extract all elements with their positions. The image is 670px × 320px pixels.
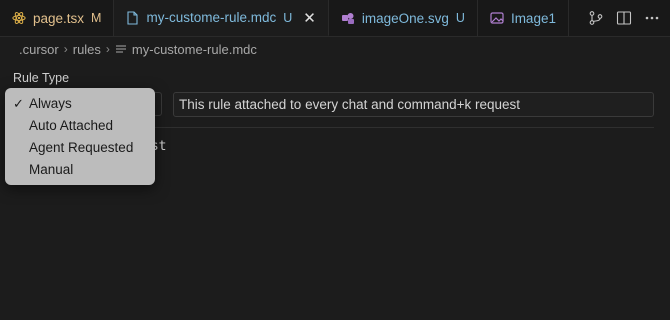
option-auto-attached[interactable]: Auto Attached <box>5 115 155 137</box>
close-icon[interactable]: ✕ <box>303 9 316 27</box>
option-agent-requested[interactable]: Agent Requested <box>5 137 155 159</box>
svg-icon <box>341 13 354 24</box>
tab-label: page.tsx <box>33 10 85 26</box>
breadcrumb-item-file[interactable]: my-custome-rule.mdc <box>132 42 257 57</box>
chevron-right-icon: › <box>63 42 68 56</box>
tab-label: my-custome-rule.mdc <box>146 10 277 25</box>
untracked-badge: U <box>455 11 465 25</box>
tab-label: imageOne.svg <box>361 10 449 26</box>
rule-type-dropdown: ✓ Always Auto Attached Agent Requested M… <box>5 88 155 185</box>
tab-label: Image1 <box>510 10 556 26</box>
editor-actions <box>578 0 670 36</box>
tab-image1[interactable]: Image1 <box>478 0 569 36</box>
option-always[interactable]: ✓ Always <box>5 93 155 115</box>
tab-bar: page.tsx M my-custome-rule.mdc U ✕ image… <box>0 0 670 37</box>
option-label: Auto Attached <box>29 118 114 133</box>
split-editor-icon[interactable] <box>616 10 632 26</box>
tab-my-custome-rule[interactable]: my-custome-rule.mdc U ✕ <box>114 0 329 36</box>
option-label: Manual <box>29 162 74 177</box>
breadcrumb-item-rules[interactable]: rules <box>73 42 101 57</box>
breadcrumb: .cursor › rules › my-custome-rule.mdc <box>19 39 257 59</box>
untracked-badge: U <box>283 10 293 25</box>
tab-imageone-svg[interactable]: imageOne.svg U <box>329 0 478 36</box>
tab-page-tsx[interactable]: page.tsx M <box>0 0 115 36</box>
image-icon <box>490 12 504 24</box>
more-actions-icon[interactable] <box>644 10 660 26</box>
checkmark-icon: ✓ <box>13 96 24 111</box>
rule-description-value: This rule attached to every chat and com… <box>179 97 521 112</box>
modified-badge: M <box>91 11 102 25</box>
option-label: Agent Requested <box>29 140 134 155</box>
react-icon <box>12 12 26 24</box>
option-manual[interactable]: Manual <box>5 159 155 181</box>
chevron-right-icon: › <box>105 42 110 56</box>
source-control-icon[interactable] <box>588 10 604 26</box>
lines-icon <box>115 45 126 53</box>
rule-type-label: Rule Type <box>13 71 70 85</box>
breadcrumb-item-cursor[interactable]: .cursor <box>19 42 59 57</box>
file-icon <box>127 10 139 25</box>
rule-description-input[interactable]: This rule attached to every chat and com… <box>173 92 654 117</box>
option-label: Always <box>29 96 72 111</box>
